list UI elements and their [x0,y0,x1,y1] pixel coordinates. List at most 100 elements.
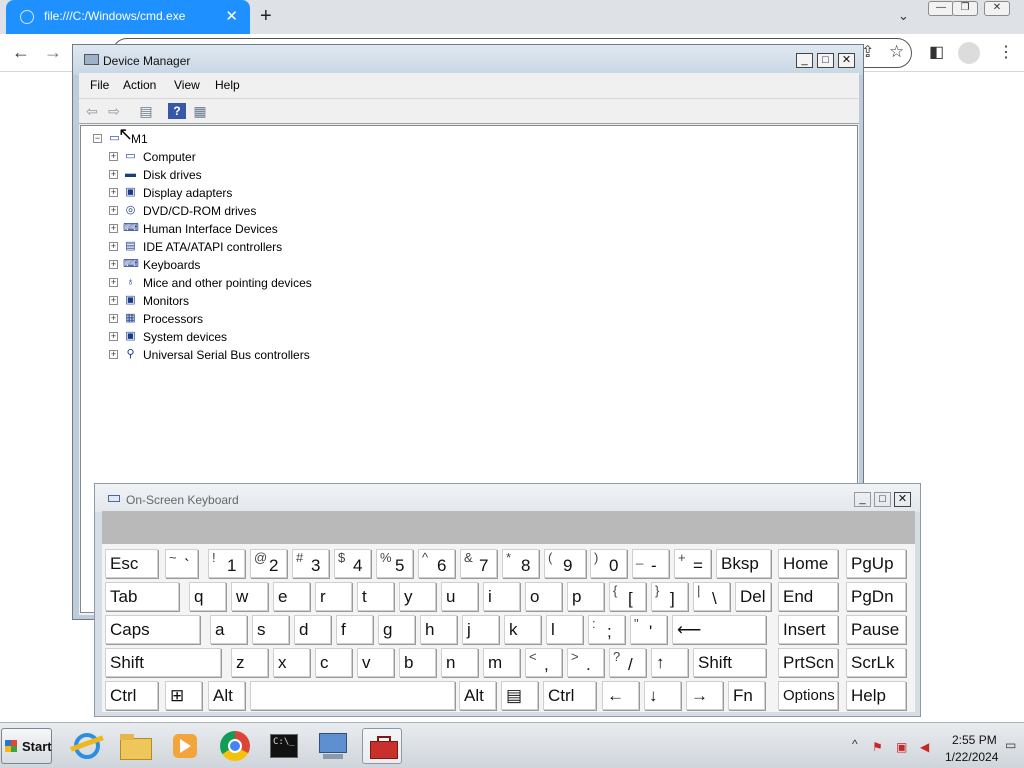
key-ctrl[interactable]: Ctrl [543,681,596,710]
expand-icon[interactable]: + [109,206,118,215]
key-v[interactable]: v [357,648,394,677]
key-ctrl[interactable]: Ctrl [105,681,158,710]
clock-date[interactable]: 1/22/2024 [945,750,998,764]
device-manager-titlebar[interactable]: Device Manager _ □ ✕ [73,45,863,75]
key-a[interactable]: a [210,615,247,644]
start-button[interactable]: Start [1,728,52,764]
toolbox-icon[interactable] [362,728,402,764]
arrow-right-icon[interactable]: → [44,42,62,63]
key-55[interactable]: & 7 [460,549,497,578]
key-u[interactable]: u [441,582,478,611]
view-icon[interactable]: ▦ [191,103,209,119]
key-44[interactable]: <, [525,648,562,677]
expand-icon[interactable]: + [109,224,118,233]
key-54[interactable]: ^ 6 [418,549,455,578]
key-d[interactable]: d [294,615,331,644]
browser-tab[interactable]: file:///C:/Windows/cmd.exe ✕ [6,0,250,34]
cmd-icon[interactable]: C:\_ [264,728,304,764]
key-59[interactable]: :; [588,615,625,644]
key-q[interactable]: q [189,582,226,611]
close-button[interactable]: ✕ [838,53,855,68]
key-l[interactable]: l [546,615,583,644]
expand-icon[interactable]: + [109,350,118,359]
arrow-left-icon[interactable]: ← [12,42,30,63]
key-prtscn[interactable]: PrtScn [778,648,838,677]
tab-close-button[interactable]: ✕ [225,7,238,25]
key-bksp[interactable]: Bksp [716,549,771,578]
key-help[interactable]: Help [846,681,906,710]
expand-icon[interactable]: + [109,242,118,251]
side-panel-icon[interactable]: ◧ [929,42,944,62]
key-57[interactable]: (9 [544,549,586,578]
menu-file[interactable]: File [90,78,109,92]
browser-minimize-button[interactable]: — [928,1,954,16]
maximize-button[interactable]: □ [817,53,834,68]
key-sym-8595[interactable]: ↓ [644,681,681,710]
key-51[interactable]: #3 [292,549,329,578]
expand-icon[interactable]: + [109,332,118,341]
key-46[interactable]: >. [567,648,604,677]
network-icon[interactable]: ▣ [896,740,907,754]
expand-icon[interactable]: + [109,152,118,161]
key-alt[interactable]: Alt [208,681,245,710]
key-z[interactable]: z [231,648,268,677]
key-tab[interactable]: Tab [105,582,179,611]
key-f[interactable]: f [336,615,373,644]
key-insert[interactable]: Insert [778,615,838,644]
key-i[interactable]: i [483,582,520,611]
expand-icon[interactable]: + [109,278,118,287]
menu-view[interactable]: View [174,78,200,92]
expand-icon[interactable]: + [109,188,118,197]
osk-titlebar[interactable]: On-Screen Keyboard _ □ ✕ [95,484,920,512]
help-icon[interactable]: ? [168,103,186,119]
chevron-down-icon[interactable]: ⌄ [898,8,909,24]
key-scrlk[interactable]: ScrLk [846,648,906,677]
key-c[interactable]: c [315,648,352,677]
key-shift[interactable]: Shift [105,648,221,677]
folder-icon[interactable] [116,728,156,764]
forward-icon[interactable]: ⇨ [105,103,123,119]
key-p[interactable]: p [567,582,604,611]
key-k[interactable]: k [504,615,541,644]
osk-close-button[interactable]: ✕ [894,492,911,507]
key-96[interactable]: ~ ` [165,549,198,578]
back-icon[interactable]: ⇦ [83,103,101,119]
key-sym-8593[interactable]: ↑ [651,648,688,677]
menu-help[interactable]: Help [215,78,240,92]
key-alt[interactable]: Alt [459,681,496,710]
key-r[interactable]: r [315,582,352,611]
key-caps[interactable]: Caps [105,615,200,644]
key-pgup[interactable]: PgUp [846,549,906,578]
key-j[interactable]: j [462,615,499,644]
new-tab-button[interactable]: + [260,5,272,28]
key-b[interactable]: b [399,648,436,677]
osk-maximize-button[interactable]: □ [874,492,891,507]
key-pgdn[interactable]: PgDn [846,582,906,611]
expand-icon[interactable]: + [109,260,118,269]
key-home[interactable]: Home [778,549,838,578]
chrome-icon[interactable] [215,728,255,764]
media-player-icon[interactable] [165,728,205,764]
key-49[interactable]: ! 1 [208,549,245,578]
clock-time[interactable]: 2:55 PM [952,733,997,747]
key-g[interactable]: g [378,615,415,644]
key-h[interactable]: h [420,615,457,644]
key-sym-8592[interactable]: ← [602,681,639,710]
key-sym-9636[interactable]: ▤ [501,681,538,710]
osk-minimize-button[interactable]: _ [854,492,871,507]
collapse-icon[interactable]: − [93,134,102,143]
key-del[interactable]: Del [735,582,771,611]
key-esc[interactable]: Esc [105,549,158,578]
key-backslash[interactable]: | \ [693,582,730,611]
key-sym-10229[interactable]: ⟵ [672,615,766,644]
key-91[interactable]: {[ [609,582,646,611]
key-w[interactable]: w [231,582,268,611]
expand-icon[interactable]: + [109,170,118,179]
key-sym-8594[interactable]: → [686,681,723,710]
key-48[interactable]: ) 0 [590,549,627,578]
profile-avatar[interactable] [958,42,980,64]
remote-desktop-icon[interactable] [313,728,353,764]
key-options[interactable]: Options [778,681,838,710]
expand-icon[interactable]: + [109,296,118,305]
browser-restore-button[interactable]: ❐ [952,1,978,16]
